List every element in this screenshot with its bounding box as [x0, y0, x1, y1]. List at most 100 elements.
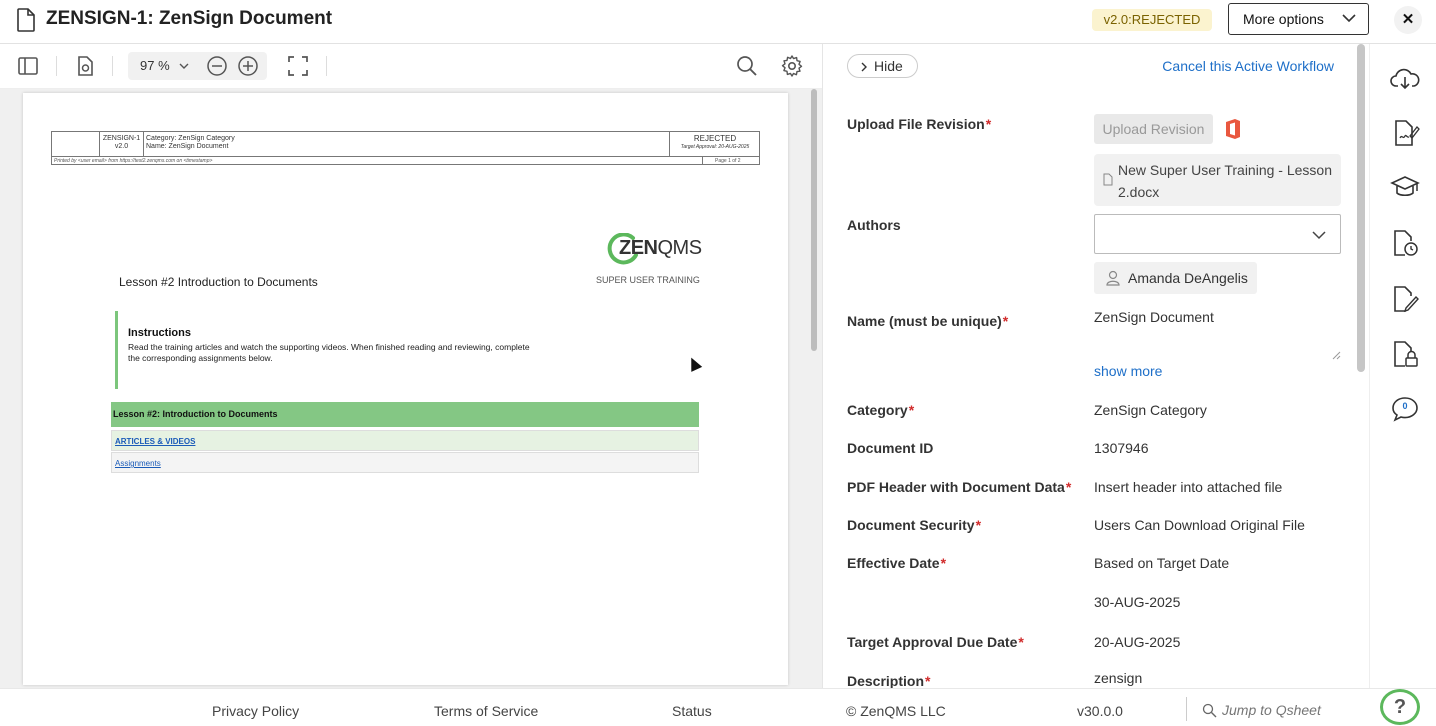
hide-panel-button[interactable]: Hide: [847, 54, 918, 78]
document-edit-icon[interactable]: [1390, 284, 1420, 314]
pdf-header-label: PDF Header with Document Data*: [847, 479, 1072, 495]
document-id-label: Document ID: [847, 440, 934, 456]
pdf-header-table: ZENSIGN-1 v2.0 Category: ZenSign Categor…: [51, 131, 760, 165]
authors-select[interactable]: [1094, 214, 1341, 254]
office-icon[interactable]: [1223, 118, 1243, 140]
name-label: Name (must be unique)*: [847, 313, 1009, 329]
zoom-dropdown-icon[interactable]: [179, 61, 189, 71]
pdf-doc-version: v2.0: [114, 143, 129, 150]
right-action-rail: 0: [1369, 44, 1436, 688]
resize-grip-icon[interactable]: [1332, 351, 1341, 360]
target-approval-due-date-value: 20-AUG-2025: [1094, 634, 1181, 650]
toolbar-divider: [56, 56, 57, 76]
document-details-panel: Hide Cancel this Active Workflow Upload …: [822, 44, 1368, 688]
pdf-page-number: Page 1 of 2: [702, 157, 741, 165]
instructions-block: Instructions Read the training articles …: [115, 311, 535, 389]
status-link[interactable]: Status: [672, 703, 712, 719]
authors-label: Authors: [847, 217, 901, 233]
target-approval-due-date-label: Target Approval Due Date*: [847, 634, 1024, 650]
show-more-link[interactable]: show more: [1094, 363, 1162, 379]
document-viewer[interactable]: ZENSIGN-1 v2.0 Category: ZenSign Categor…: [0, 89, 822, 688]
author-name: Amanda DeAngelis: [1128, 270, 1248, 286]
lesson-title: Lesson #2 Introduction to Documents: [119, 275, 318, 289]
pdf-header-value: Insert header into attached file: [1094, 479, 1283, 495]
page-title: ZENSIGN-1: ZenSign Document: [46, 8, 333, 29]
articles-videos-link[interactable]: ARTICLES & VIDEOS: [111, 430, 699, 451]
pdf-status: REJECTED: [693, 134, 737, 143]
effective-date-label: Effective Date*: [847, 555, 947, 571]
search-icon[interactable]: [735, 54, 759, 78]
toolbar-divider: [112, 56, 113, 76]
more-options-button[interactable]: More options: [1228, 3, 1369, 35]
viewer-scrollbar[interactable]: [811, 89, 817, 351]
user-icon: [1106, 270, 1120, 286]
viewer-toolbar: 97 %: [0, 44, 822, 89]
pdf-header-status-cell: REJECTED Target Approval: 20-AUG-2025: [672, 135, 758, 151]
sidebar-toggle-icon[interactable]: [16, 54, 40, 78]
document-lock-icon[interactable]: [1390, 339, 1420, 369]
close-button[interactable]: ✕: [1394, 6, 1422, 34]
comments-button[interactable]: 0: [1390, 394, 1420, 424]
chevron-down-icon: [1312, 231, 1326, 240]
document-sign-icon[interactable]: [1390, 118, 1420, 148]
graduation-cap-icon[interactable]: [1390, 172, 1420, 202]
zoom-in-icon[interactable]: [237, 55, 259, 77]
qsheet-search-input[interactable]: [1222, 700, 1382, 720]
cloud-download-icon[interactable]: [1390, 64, 1420, 94]
pdf-target-approval: Target Approval: 20-AUG-2025: [680, 144, 750, 150]
pdf-printed-by: Printed by <user email> from https://tes…: [54, 158, 213, 164]
page-footer: Privacy Policy Terms of Service Status ©…: [0, 688, 1436, 726]
pdf-page: ZENSIGN-1 v2.0 Category: ZenSign Categor…: [23, 93, 788, 685]
close-icon: ✕: [1401, 11, 1415, 28]
page-settings-icon[interactable]: [73, 54, 97, 78]
fullscreen-icon[interactable]: [286, 54, 310, 78]
pdf-header-cell-blank: [52, 132, 100, 156]
comment-count-badge: 0: [1402, 401, 1408, 411]
zoom-level[interactable]: 97 %: [140, 58, 170, 73]
category-label: Category*: [847, 402, 915, 418]
chevron-down-icon: [1342, 14, 1356, 23]
zenqms-logo-text: ZENQMS: [619, 237, 702, 259]
document-history-icon[interactable]: [1390, 228, 1420, 258]
document-id-value: 1307946: [1094, 440, 1149, 456]
privacy-policy-link[interactable]: Privacy Policy: [212, 703, 299, 719]
zoom-out-icon[interactable]: [206, 55, 228, 77]
pdf-name-line: Name: ZenSign Document: [146, 143, 229, 150]
pdf-printed-by-line: Printed by <user email> from https://tes…: [52, 156, 759, 165]
document-security-value: Users Can Download Original File: [1094, 517, 1305, 533]
instructions-heading: Instructions: [128, 327, 191, 339]
cancel-workflow-link[interactable]: Cancel this Active Workflow: [1162, 58, 1334, 74]
help-button[interactable]: ?: [1380, 689, 1420, 725]
pdf-category-line: Category: ZenSign Category: [146, 135, 235, 142]
attached-file-chip[interactable]: New Super User Training - Lesson 2.docx: [1094, 154, 1341, 206]
zenqms-logo: ZENQMS: [607, 233, 702, 267]
name-field[interactable]: ZenSign Document: [1094, 306, 1341, 362]
upload-revision-button[interactable]: Upload Revision: [1094, 114, 1213, 144]
more-options-label: More options: [1243, 11, 1324, 27]
attached-file-name: New Super User Training - Lesson 2.docx: [1118, 162, 1332, 200]
author-chip[interactable]: Amanda DeAngelis: [1094, 262, 1257, 294]
effective-date-value: 30-AUG-2025: [1094, 594, 1181, 610]
lesson-bar: Lesson #2: Introduction to Documents: [111, 402, 699, 427]
copyright-text: © ZenQMS LLC: [846, 703, 946, 719]
pdf-doc-number: ZENSIGN-1: [102, 135, 141, 142]
panel-scrollbar[interactable]: [1357, 44, 1365, 372]
hide-label: Hide: [874, 58, 903, 74]
file-icon: [1103, 173, 1113, 186]
document-security-label: Document Security*: [847, 517, 982, 533]
category-value: ZenSign Category: [1094, 402, 1207, 418]
footer-divider: [1186, 697, 1187, 721]
mouse-cursor-icon: [685, 355, 703, 372]
pdf-header-doc-cell: ZENSIGN-1 v2.0: [100, 132, 144, 156]
qsheet-search: [1200, 697, 1390, 723]
terms-of-service-link[interactable]: Terms of Service: [434, 703, 538, 719]
logo-tagline: SUPER USER TRAINING: [596, 275, 700, 285]
gear-icon[interactable]: [780, 54, 804, 78]
toolbar-divider: [326, 56, 327, 76]
description-label: Description*: [847, 673, 931, 688]
instructions-text: Read the training articles and watch the…: [128, 342, 530, 363]
version-status-badge: v2.0:REJECTED: [1092, 9, 1212, 31]
document-icon: [17, 8, 35, 32]
page-header: ZENSIGN-1: ZenSign Document v2.0:REJECTE…: [0, 0, 1436, 44]
assignments-link[interactable]: Assignments: [111, 452, 699, 473]
